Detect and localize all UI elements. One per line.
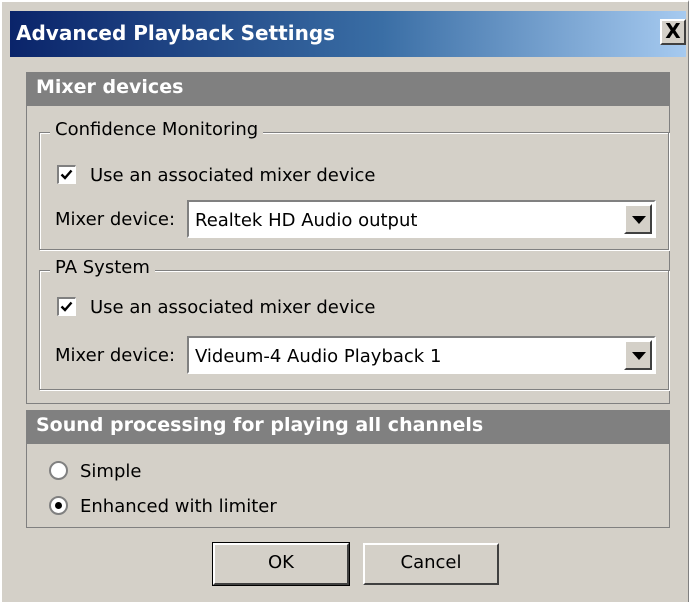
window-title: Advanced Playback Settings: [16, 21, 336, 45]
pa-system-legend: PA System: [50, 257, 155, 278]
close-button[interactable]: X: [660, 19, 686, 45]
pa-mixer-device-value: Videum-4 Audio Playback 1: [195, 346, 442, 367]
confidence-mixer-device-label: Mixer device:: [55, 209, 176, 230]
confidence-use-mixer-label[interactable]: Use an associated mixer device: [90, 165, 375, 186]
mixer-devices-heading: Mixer devices: [26, 72, 670, 106]
pa-use-mixer-checkbox[interactable]: [57, 297, 76, 316]
confidence-use-mixer-checkbox[interactable]: [57, 165, 76, 184]
confidence-mixer-device-select[interactable]: Realtek HD Audio output: [187, 200, 656, 238]
radio-enhanced-with-limiter[interactable]: [49, 496, 68, 515]
radio-simple[interactable]: [49, 461, 68, 480]
chevron-down-icon[interactable]: [624, 340, 652, 370]
pa-mixer-device-label: Mixer device:: [55, 345, 176, 366]
checkmark-icon: [60, 169, 73, 180]
chevron-down-icon[interactable]: [624, 204, 652, 234]
pa-mixer-device-select[interactable]: Videum-4 Audio Playback 1: [187, 336, 656, 374]
confidence-mixer-device-value: Realtek HD Audio output: [195, 210, 418, 231]
close-icon: X: [665, 19, 681, 43]
cancel-button[interactable]: Cancel: [363, 543, 499, 585]
radio-selected-dot: [55, 502, 62, 509]
title-bar[interactable]: Advanced Playback Settings X: [10, 11, 686, 57]
advanced-playback-settings-dialog: Advanced Playback Settings X Mixer devic…: [0, 0, 689, 602]
radio-enhanced-with-limiter-label[interactable]: Enhanced with limiter: [80, 496, 277, 517]
checkmark-icon: [60, 301, 73, 312]
radio-simple-label[interactable]: Simple: [80, 461, 141, 482]
pa-use-mixer-label[interactable]: Use an associated mixer device: [90, 297, 375, 318]
ok-button[interactable]: OK: [212, 542, 350, 586]
confidence-monitoring-legend: Confidence Monitoring: [50, 119, 264, 140]
sound-processing-heading: Sound processing for playing all channel…: [26, 410, 670, 444]
